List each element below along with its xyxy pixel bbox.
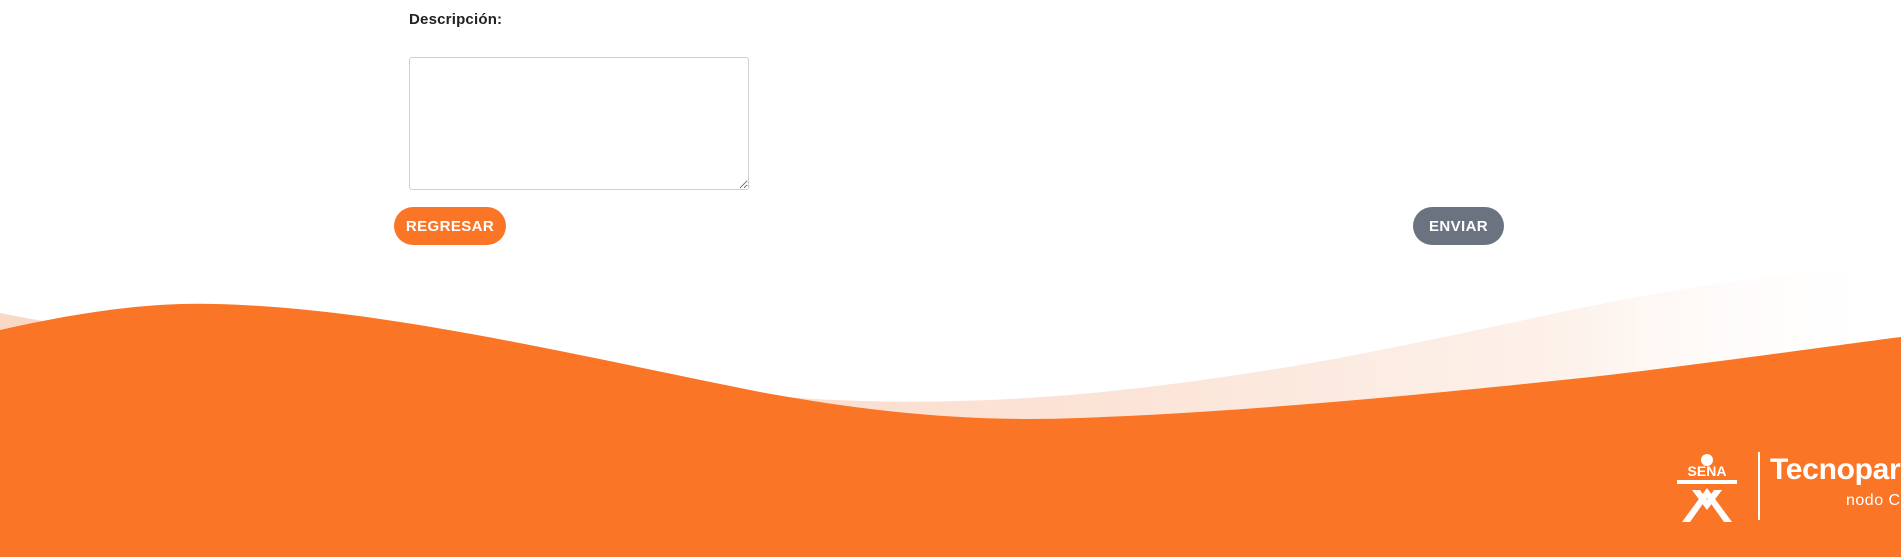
description-textarea[interactable]	[409, 57, 749, 190]
logo-divider	[1758, 452, 1760, 520]
description-label: Descripción:	[409, 11, 503, 28]
back-button[interactable]: REGRESAR	[394, 207, 506, 245]
logo-arms	[1677, 480, 1737, 484]
brand-name: Tecnoparc	[1770, 453, 1901, 486]
send-button[interactable]: ENVIAR	[1413, 207, 1504, 245]
page: Descripción: REGRESAR ENVIAR SENA Tecnop…	[0, 0, 1901, 557]
footer-wave	[0, 272, 1901, 557]
logo-wordmark: SENA	[1688, 463, 1727, 479]
brand-subtitle: nodo C	[1846, 492, 1901, 509]
